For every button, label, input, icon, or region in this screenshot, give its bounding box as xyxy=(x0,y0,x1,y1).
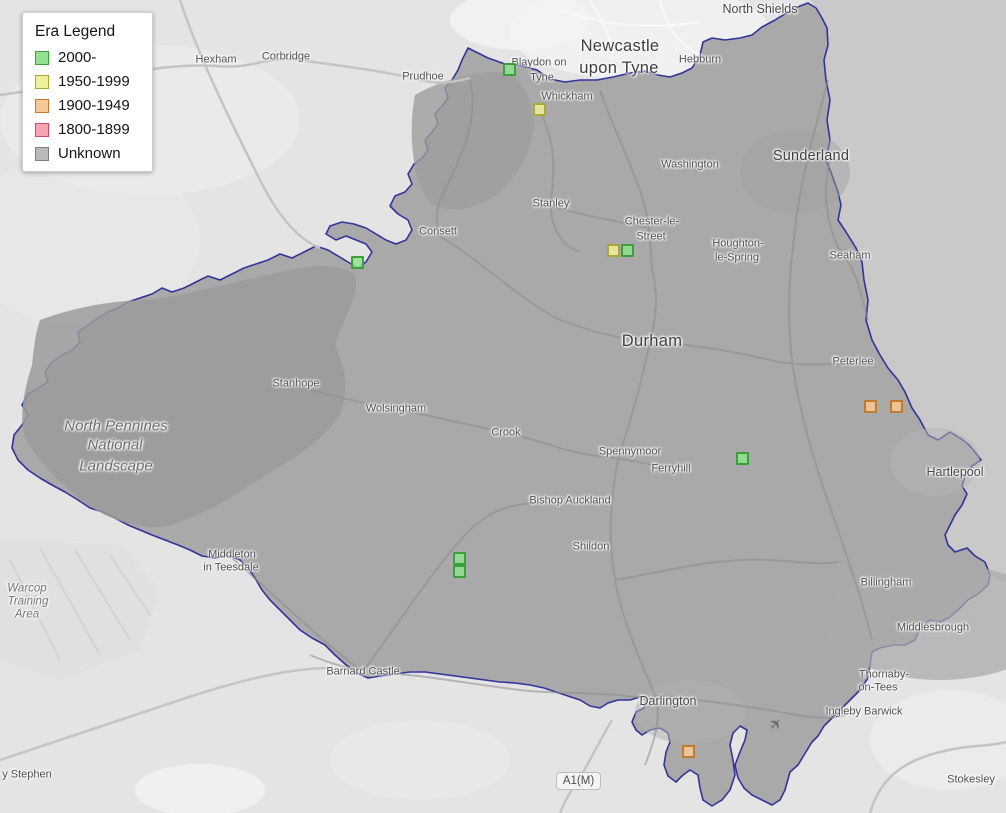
legend-row: 2000- xyxy=(35,50,142,65)
place-label: Ingleby Barwick xyxy=(825,705,903,718)
place-label: Wolsingham xyxy=(365,402,427,415)
legend-label: 2000- xyxy=(58,49,97,66)
place-label: Street xyxy=(636,230,666,243)
place-label: Warcop xyxy=(7,582,47,595)
place-label: Houghton- xyxy=(712,237,764,250)
road-shield-a1m: A1(M) xyxy=(556,772,601,790)
place-label: Prudhoe xyxy=(402,70,444,83)
place-label: Hartlepool xyxy=(926,464,984,479)
place-label: Training xyxy=(7,595,49,608)
place-label: Middleton xyxy=(208,548,256,561)
legend-row: 1800-1899 xyxy=(35,122,142,137)
urban-patch xyxy=(890,428,980,496)
place-label: Spennymoor xyxy=(598,445,662,458)
legend-row: Unknown xyxy=(35,146,142,161)
place-label: Washington xyxy=(661,158,719,171)
place-label: Corbridge xyxy=(261,50,311,63)
place-label: Bishop Auckland xyxy=(529,494,611,507)
terrain-patch xyxy=(330,720,510,800)
place-label: North Shields xyxy=(722,1,798,16)
era-marker[interactable] xyxy=(889,399,903,413)
legend-swatch-1950-1999 xyxy=(35,74,49,89)
urban-patch xyxy=(740,130,850,214)
place-label: Sunderland xyxy=(772,147,850,164)
legend-swatch-2000- xyxy=(35,50,49,65)
place-label: Crook xyxy=(491,426,521,439)
place-label: on-Tees xyxy=(858,681,898,694)
place-label: Hebburn xyxy=(678,53,722,66)
urban-patch xyxy=(635,680,745,744)
place-label: Hexham xyxy=(195,53,237,66)
era-marker[interactable] xyxy=(735,451,749,465)
legend-items: 2000- 1950-1999 1900-1949 1800-1899 Unknown xyxy=(33,50,142,161)
place-label: Seaham xyxy=(829,249,871,262)
era-marker[interactable] xyxy=(863,399,877,413)
legend-label: 1950-1999 xyxy=(58,73,130,90)
place-label: North Pennines xyxy=(64,417,168,435)
era-marker[interactable] xyxy=(452,564,466,578)
era-marker[interactable] xyxy=(681,744,695,758)
place-label: Barnard Castle xyxy=(326,665,400,678)
place-label: le-Spring xyxy=(714,251,760,264)
era-marker[interactable] xyxy=(532,102,546,116)
place-label: Stokesley xyxy=(947,773,995,786)
place-label: Shildon xyxy=(572,540,610,553)
place-label: Landscape xyxy=(79,457,153,475)
legend-swatch-1800-1899 xyxy=(35,122,49,137)
place-label: y Stephen xyxy=(2,768,52,781)
place-label: Tyne xyxy=(530,71,554,84)
era-marker[interactable] xyxy=(452,551,466,565)
place-label: Whickham xyxy=(541,90,593,103)
place-label: Blaydon on xyxy=(511,56,567,69)
place-label: Ferryhill xyxy=(651,462,691,475)
legend-row: 1950-1999 xyxy=(35,74,142,89)
legend-label: 1800-1899 xyxy=(58,121,130,138)
era-marker[interactable] xyxy=(502,62,516,76)
place-label: Durham xyxy=(621,331,683,350)
legend-row: 1900-1949 xyxy=(35,98,142,113)
place-label: Consett xyxy=(419,225,457,238)
place-label: Billingham xyxy=(860,576,912,589)
place-label: upon Tyne xyxy=(579,58,659,77)
place-label: Middlesbrough xyxy=(896,621,970,634)
place-label: Stanley xyxy=(532,197,570,210)
place-label: Darlington xyxy=(639,693,697,708)
legend-swatch-unknown xyxy=(35,146,49,161)
legend-swatch-1900-1949 xyxy=(35,98,49,113)
place-label: Chester-le- xyxy=(624,215,680,228)
place-label: Stanhope xyxy=(272,377,320,390)
era-marker[interactable] xyxy=(350,255,364,269)
place-label: National xyxy=(87,436,143,454)
place-label: in Teesdale xyxy=(203,561,259,574)
legend-label: Unknown xyxy=(58,145,121,162)
legend-title: Era Legend xyxy=(35,23,116,40)
place-label: Thornaby- xyxy=(858,668,910,681)
map-viewport[interactable]: North Shields Newcastle upon Tyne Hebburn Bl… xyxy=(0,0,1006,813)
era-legend: Era Legend 2000- 1950-1999 1900-1949 1800-1… xyxy=(22,12,153,172)
era-marker[interactable] xyxy=(606,243,620,257)
place-label: Area xyxy=(14,608,40,621)
place-label: Peterlee xyxy=(832,355,874,368)
era-marker[interactable] xyxy=(620,243,634,257)
legend-label: 1900-1949 xyxy=(58,97,130,114)
place-label: Newcastle xyxy=(580,36,660,55)
